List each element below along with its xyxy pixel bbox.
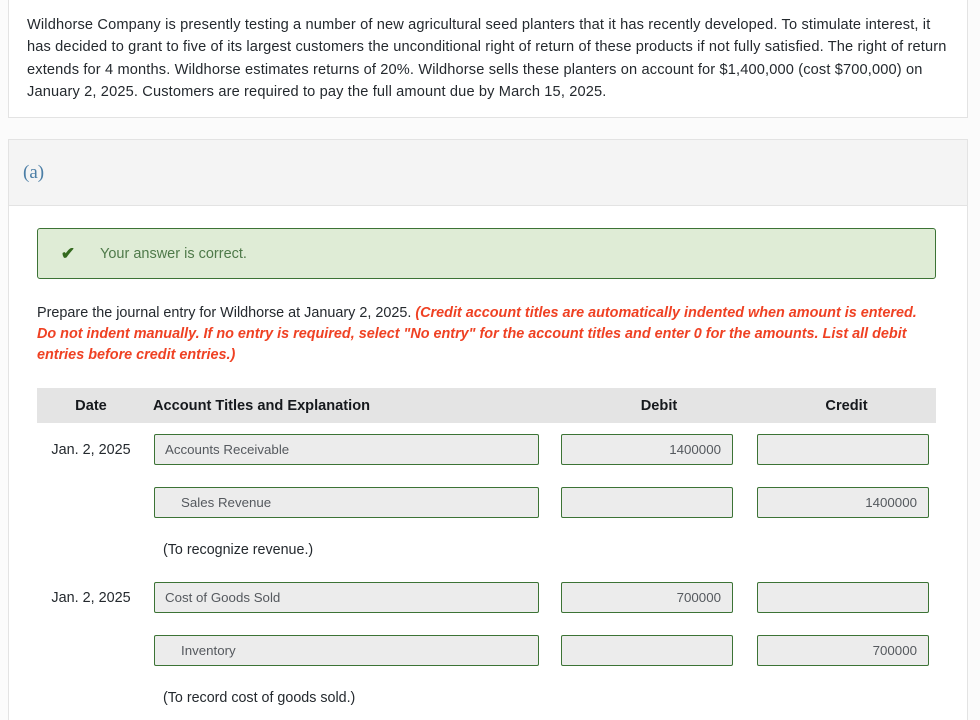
debit-amount-input[interactable]: 700000 [561, 582, 733, 613]
credit-cell: 700000 [757, 635, 936, 666]
credit-amount-input[interactable] [757, 434, 929, 465]
debit-cell [561, 635, 757, 666]
table-row: (To record cost of goods sold.) [37, 677, 936, 719]
memo-text: (To record cost of goods sold.) [163, 690, 356, 706]
table-row: (To recognize revenue.) [37, 529, 936, 571]
debit-cell: 1400000 [561, 434, 757, 465]
table-row: Inventory 700000 [37, 624, 936, 677]
account-title-input[interactable]: Cost of Goods Sold [154, 582, 539, 613]
part-a-body: ✔ Your answer is correct. Prepare the jo… [9, 228, 967, 719]
credit-amount-input[interactable]: 1400000 [757, 487, 929, 518]
debit-amount-input[interactable] [561, 487, 733, 518]
part-label: (a) [23, 161, 45, 183]
part-a-panel: (a) ✔ Your answer is correct. Prepare th… [8, 139, 968, 720]
journal-header-row: Date Account Titles and Explanation Debi… [37, 388, 936, 423]
column-header-debit: Debit [640, 397, 678, 414]
part-a-header: (a) [9, 140, 967, 206]
memo-cell: (To record cost of goods sold.) [145, 689, 561, 707]
debit-amount-input[interactable] [561, 635, 733, 666]
credit-amount-input[interactable]: 700000 [757, 635, 929, 666]
entry-date: Jan. 2, 2025 [51, 441, 131, 458]
account-title-input[interactable]: Sales Revenue [154, 487, 539, 518]
problem-statement-card: Wildhorse Company is presently testing a… [8, 0, 968, 118]
instructions-text: Prepare the journal entry for Wildhorse … [37, 303, 939, 366]
memo-cell: (To recognize revenue.) [145, 541, 561, 559]
debit-cell [561, 487, 757, 518]
column-header-account: Account Titles and Explanation [153, 397, 371, 414]
account-title-cell: Accounts Receivable [145, 434, 561, 465]
answer-correct-text: Your answer is correct. [100, 245, 247, 262]
check-icon: ✔ [60, 244, 76, 263]
answer-correct-banner: ✔ Your answer is correct. [37, 228, 936, 279]
table-row: Jan. 2, 2025 Cost of Goods Sold 700000 [37, 571, 936, 624]
credit-cell [757, 434, 936, 465]
problem-statement-text: Wildhorse Company is presently testing a… [27, 17, 947, 100]
debit-amount-input[interactable]: 1400000 [561, 434, 733, 465]
entry-date: Jan. 2, 2025 [51, 589, 131, 606]
account-title-cell: Cost of Goods Sold [145, 582, 561, 613]
credit-amount-input[interactable] [757, 582, 929, 613]
account-title-input[interactable]: Accounts Receivable [154, 434, 539, 465]
account-title-cell: Sales Revenue [145, 487, 561, 518]
table-row: Jan. 2, 2025 Accounts Receivable 1400000 [37, 423, 936, 476]
table-row: Sales Revenue 1400000 [37, 476, 936, 529]
instructions-lead: Prepare the journal entry for Wildhorse … [37, 305, 416, 321]
credit-cell [757, 582, 936, 613]
credit-cell: 1400000 [757, 487, 936, 518]
account-title-input[interactable]: Inventory [154, 635, 539, 666]
memo-text: (To recognize revenue.) [163, 542, 314, 558]
column-header-credit: Credit [825, 397, 868, 414]
column-header-date: Date [75, 397, 107, 414]
debit-cell: 700000 [561, 582, 757, 613]
account-title-cell: Inventory [145, 635, 561, 666]
journal-entry-table: Date Account Titles and Explanation Debi… [37, 388, 936, 719]
